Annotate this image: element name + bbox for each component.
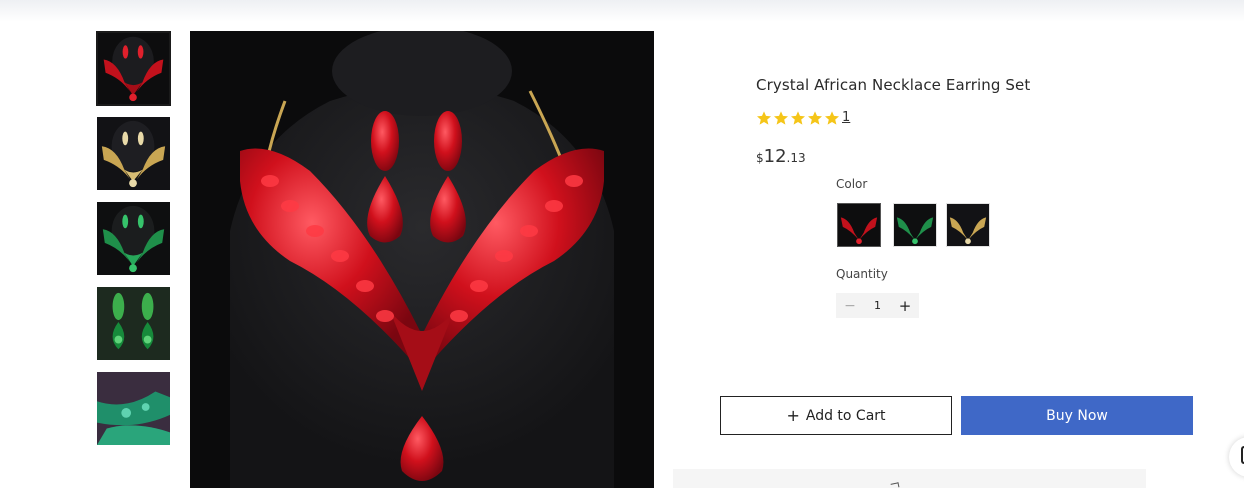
top-bar [0, 0, 1244, 22]
star-icon [825, 111, 839, 125]
product-title: Crystal African Necklace Earring Set [756, 76, 1031, 94]
thumbnail-green-earrings[interactable] [97, 287, 170, 360]
thumbnail-green-detail[interactable] [97, 372, 170, 445]
thumbnail-gold-set[interactable] [97, 117, 170, 190]
product-details-collapsible[interactable] [673, 469, 1146, 489]
red-necklace-thumb-image [98, 33, 169, 104]
quantity-increase-button[interactable]: + [891, 297, 919, 315]
quantity-decrease-button[interactable]: − [836, 298, 864, 314]
price-currency: $ [756, 151, 764, 165]
red-swatch-image [838, 204, 880, 246]
main-product-image[interactable] [190, 31, 654, 488]
add-to-cart-button[interactable]: + Add to Cart [720, 396, 952, 435]
color-swatch-gold[interactable] [946, 203, 990, 247]
star-icon [757, 111, 771, 125]
star-icon [774, 111, 788, 125]
thumbnail-green-set[interactable] [97, 202, 170, 275]
thumbnail-red-set[interactable] [96, 31, 171, 106]
gold-swatch-image [947, 204, 989, 246]
rating-stars [756, 110, 840, 126]
green-necklace-thumb-image [97, 202, 170, 275]
red-crystal-necklace-image [190, 31, 654, 488]
buy-now-label: Buy Now [1046, 407, 1108, 424]
quantity-label: Quantity [836, 267, 888, 281]
quantity-value[interactable]: 1 [864, 299, 891, 312]
star-icon [808, 111, 822, 125]
chat-widget-button[interactable] [1229, 437, 1244, 477]
price-whole: 12 [763, 146, 787, 167]
price-cents: .13 [786, 151, 806, 165]
green-detail-thumb-image [97, 372, 170, 445]
review-count-link[interactable]: 1 [842, 110, 850, 125]
color-label: Color [836, 177, 868, 191]
product-price: $12.13 [756, 146, 806, 167]
green-swatch-image [894, 204, 936, 246]
quantity-stepper: − 1 + [836, 293, 919, 318]
add-to-cart-label: Add to Cart [805, 407, 886, 424]
star-icon [791, 111, 805, 125]
color-swatch-green[interactable] [893, 203, 937, 247]
color-swatch-red[interactable] [837, 203, 881, 247]
buy-now-button[interactable]: Buy Now [961, 396, 1193, 435]
gold-necklace-thumb-image [97, 117, 170, 190]
plus-icon: + [786, 405, 800, 425]
green-earrings-thumb-image [97, 287, 170, 360]
